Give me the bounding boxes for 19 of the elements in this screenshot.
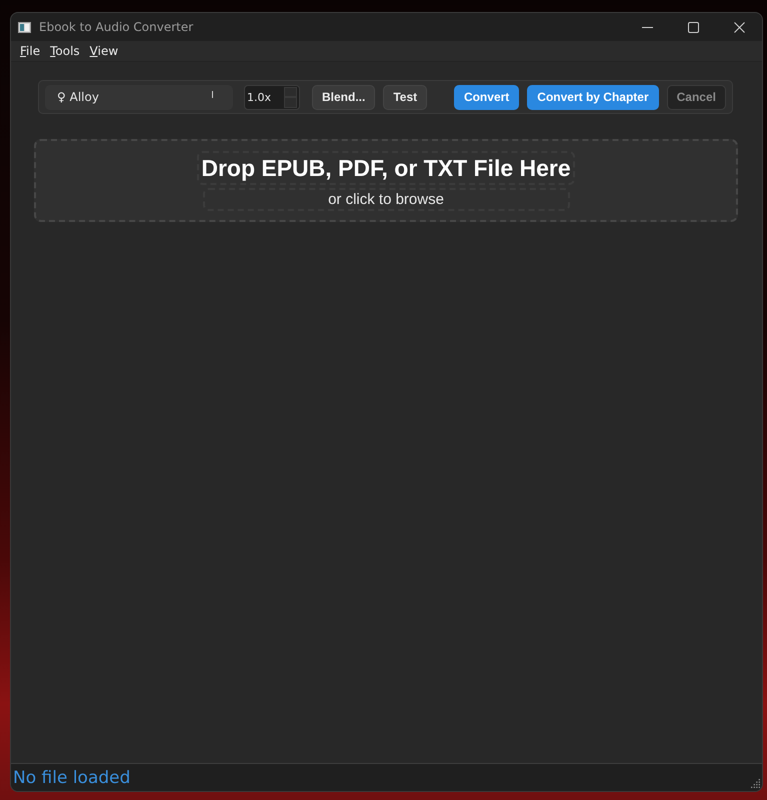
browse-hint[interactable]: or click to browse bbox=[202, 188, 570, 211]
dropdown-indicator-icon bbox=[212, 90, 213, 98]
toolbar-button[interactable]: Test bbox=[383, 84, 428, 110]
toolbar-button[interactable]: Convert by Chapter bbox=[527, 84, 659, 110]
drop-zone[interactable]: Drop EPUB, PDF, or TXT File Here or click to browse bbox=[34, 139, 738, 222]
toolbar-button[interactable]: Convert bbox=[454, 84, 520, 110]
voice-dropdown[interactable]: ♀ Alloy bbox=[45, 84, 233, 110]
status-text: No file loaded bbox=[13, 768, 130, 788]
app-icon bbox=[18, 22, 31, 32]
resize-grip-icon[interactable] bbox=[751, 779, 760, 788]
minimize-icon bbox=[642, 26, 652, 28]
maximize-icon bbox=[688, 22, 698, 32]
window-title: Ebook to Audio Converter bbox=[39, 20, 194, 34]
toolbar-button[interactable]: Blend... bbox=[312, 84, 376, 110]
close-icon bbox=[734, 22, 744, 32]
menu-item[interactable]: View bbox=[84, 42, 124, 60]
menu-item[interactable]: File bbox=[15, 42, 46, 60]
menu-item[interactable]: Tools bbox=[45, 42, 85, 60]
drop-zone-title: Drop EPUB, PDF, or TXT File Here bbox=[197, 151, 575, 185]
